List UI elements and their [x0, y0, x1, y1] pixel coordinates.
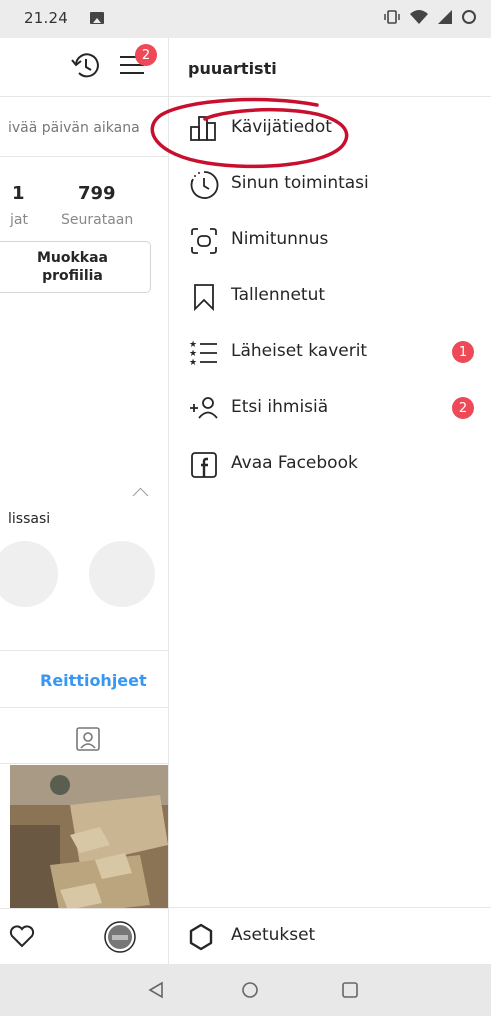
signal-icon	[438, 10, 452, 24]
facebook-icon	[189, 450, 219, 478]
menu-item-open-facebook[interactable]: Avaa Facebook	[169, 436, 491, 492]
edit-profile-label: Muokkaa profiilia	[36, 250, 109, 284]
status-bar: 21.24	[0, 0, 491, 38]
activity-icon	[189, 170, 219, 199]
menu-item-your-activity[interactable]: Sinun toimintasi	[169, 156, 491, 212]
menu-item-label: Nimitunnus	[231, 229, 329, 249]
profile-bio-text: ivää päivän aikana	[8, 120, 140, 136]
highlights-label: lissasi	[8, 511, 51, 527]
system-navigation-bar	[0, 964, 491, 1016]
menu-item-label: Sinun toimintasi	[231, 173, 369, 193]
menu-item-saved[interactable]: Tallennetut	[169, 268, 491, 324]
divider	[169, 96, 491, 97]
archive-history-icon[interactable]	[70, 50, 102, 86]
menu-item-discover-people[interactable]: Etsi ihmisiä 2	[169, 380, 491, 436]
divider	[0, 707, 168, 708]
close-friends-badge: 1	[452, 341, 474, 363]
home-icon[interactable]	[236, 976, 264, 1004]
tagged-photos-icon[interactable]	[74, 725, 102, 757]
menu-item-insights[interactable]: Kävijätiedot	[169, 100, 491, 156]
bookmark-icon	[189, 282, 219, 312]
menu-item-label: Tallennetut	[231, 285, 326, 305]
highlight-circle[interactable]	[0, 541, 58, 607]
nametag-icon	[189, 226, 219, 254]
svg-text:★: ★	[189, 358, 197, 368]
battery-icon	[462, 10, 476, 24]
menu-notification-badge: 2	[135, 44, 157, 66]
edit-profile-button[interactable]: Muokkaa profiilia	[0, 241, 151, 293]
menu-item-nametag[interactable]: Nimitunnus	[169, 212, 491, 268]
recents-icon[interactable]	[336, 976, 364, 1004]
add-person-icon	[189, 394, 219, 422]
side-drawer: puuartisti Kävijätiedot Sinun toimintasi	[168, 38, 491, 964]
wifi-icon	[410, 10, 428, 24]
divider	[0, 650, 168, 651]
profile-avatar-icon[interactable]	[104, 921, 136, 957]
image-notification-icon	[90, 12, 104, 24]
discover-people-badge: 2	[452, 397, 474, 419]
drawer-username: puuartisti	[188, 59, 277, 78]
status-time: 21.24	[24, 9, 68, 27]
directions-button[interactable]: Reittiohjeet	[40, 671, 147, 690]
menu-item-label: Kävijätiedot	[231, 117, 332, 137]
following-label: Seurataan	[61, 212, 134, 228]
status-icons	[383, 8, 477, 26]
divider	[0, 763, 168, 764]
chevron-up-icon[interactable]	[132, 487, 149, 504]
profile-background: 2 ivää päivän aikana 1 jat 799 Seurataan…	[0, 38, 168, 964]
menu-item-label: Etsi ihmisiä	[231, 397, 329, 417]
insights-icon	[189, 114, 219, 142]
highlight-circle[interactable]	[89, 541, 155, 607]
followers-count[interactable]: 1	[12, 183, 25, 204]
bottom-tab-bar	[0, 908, 168, 964]
back-icon[interactable]	[142, 976, 170, 1004]
following-count[interactable]: 799	[78, 183, 116, 204]
menu-item-label: Avaa Facebook	[231, 453, 358, 473]
settings-label: Asetukset	[231, 925, 316, 945]
close-friends-icon: ★ ★ ★	[189, 338, 219, 368]
heart-icon[interactable]	[9, 925, 35, 953]
divider	[0, 156, 168, 157]
followers-label: jat	[10, 212, 28, 228]
menu-item-label: Läheiset kaverit	[231, 341, 368, 361]
settings-button[interactable]: Asetukset	[169, 908, 491, 964]
settings-gear-icon	[187, 923, 215, 955]
vibrate-icon	[384, 10, 400, 24]
profile-header: 2	[0, 38, 168, 97]
menu-item-close-friends[interactable]: ★ ★ ★ Läheiset kaverit 1	[169, 324, 491, 380]
